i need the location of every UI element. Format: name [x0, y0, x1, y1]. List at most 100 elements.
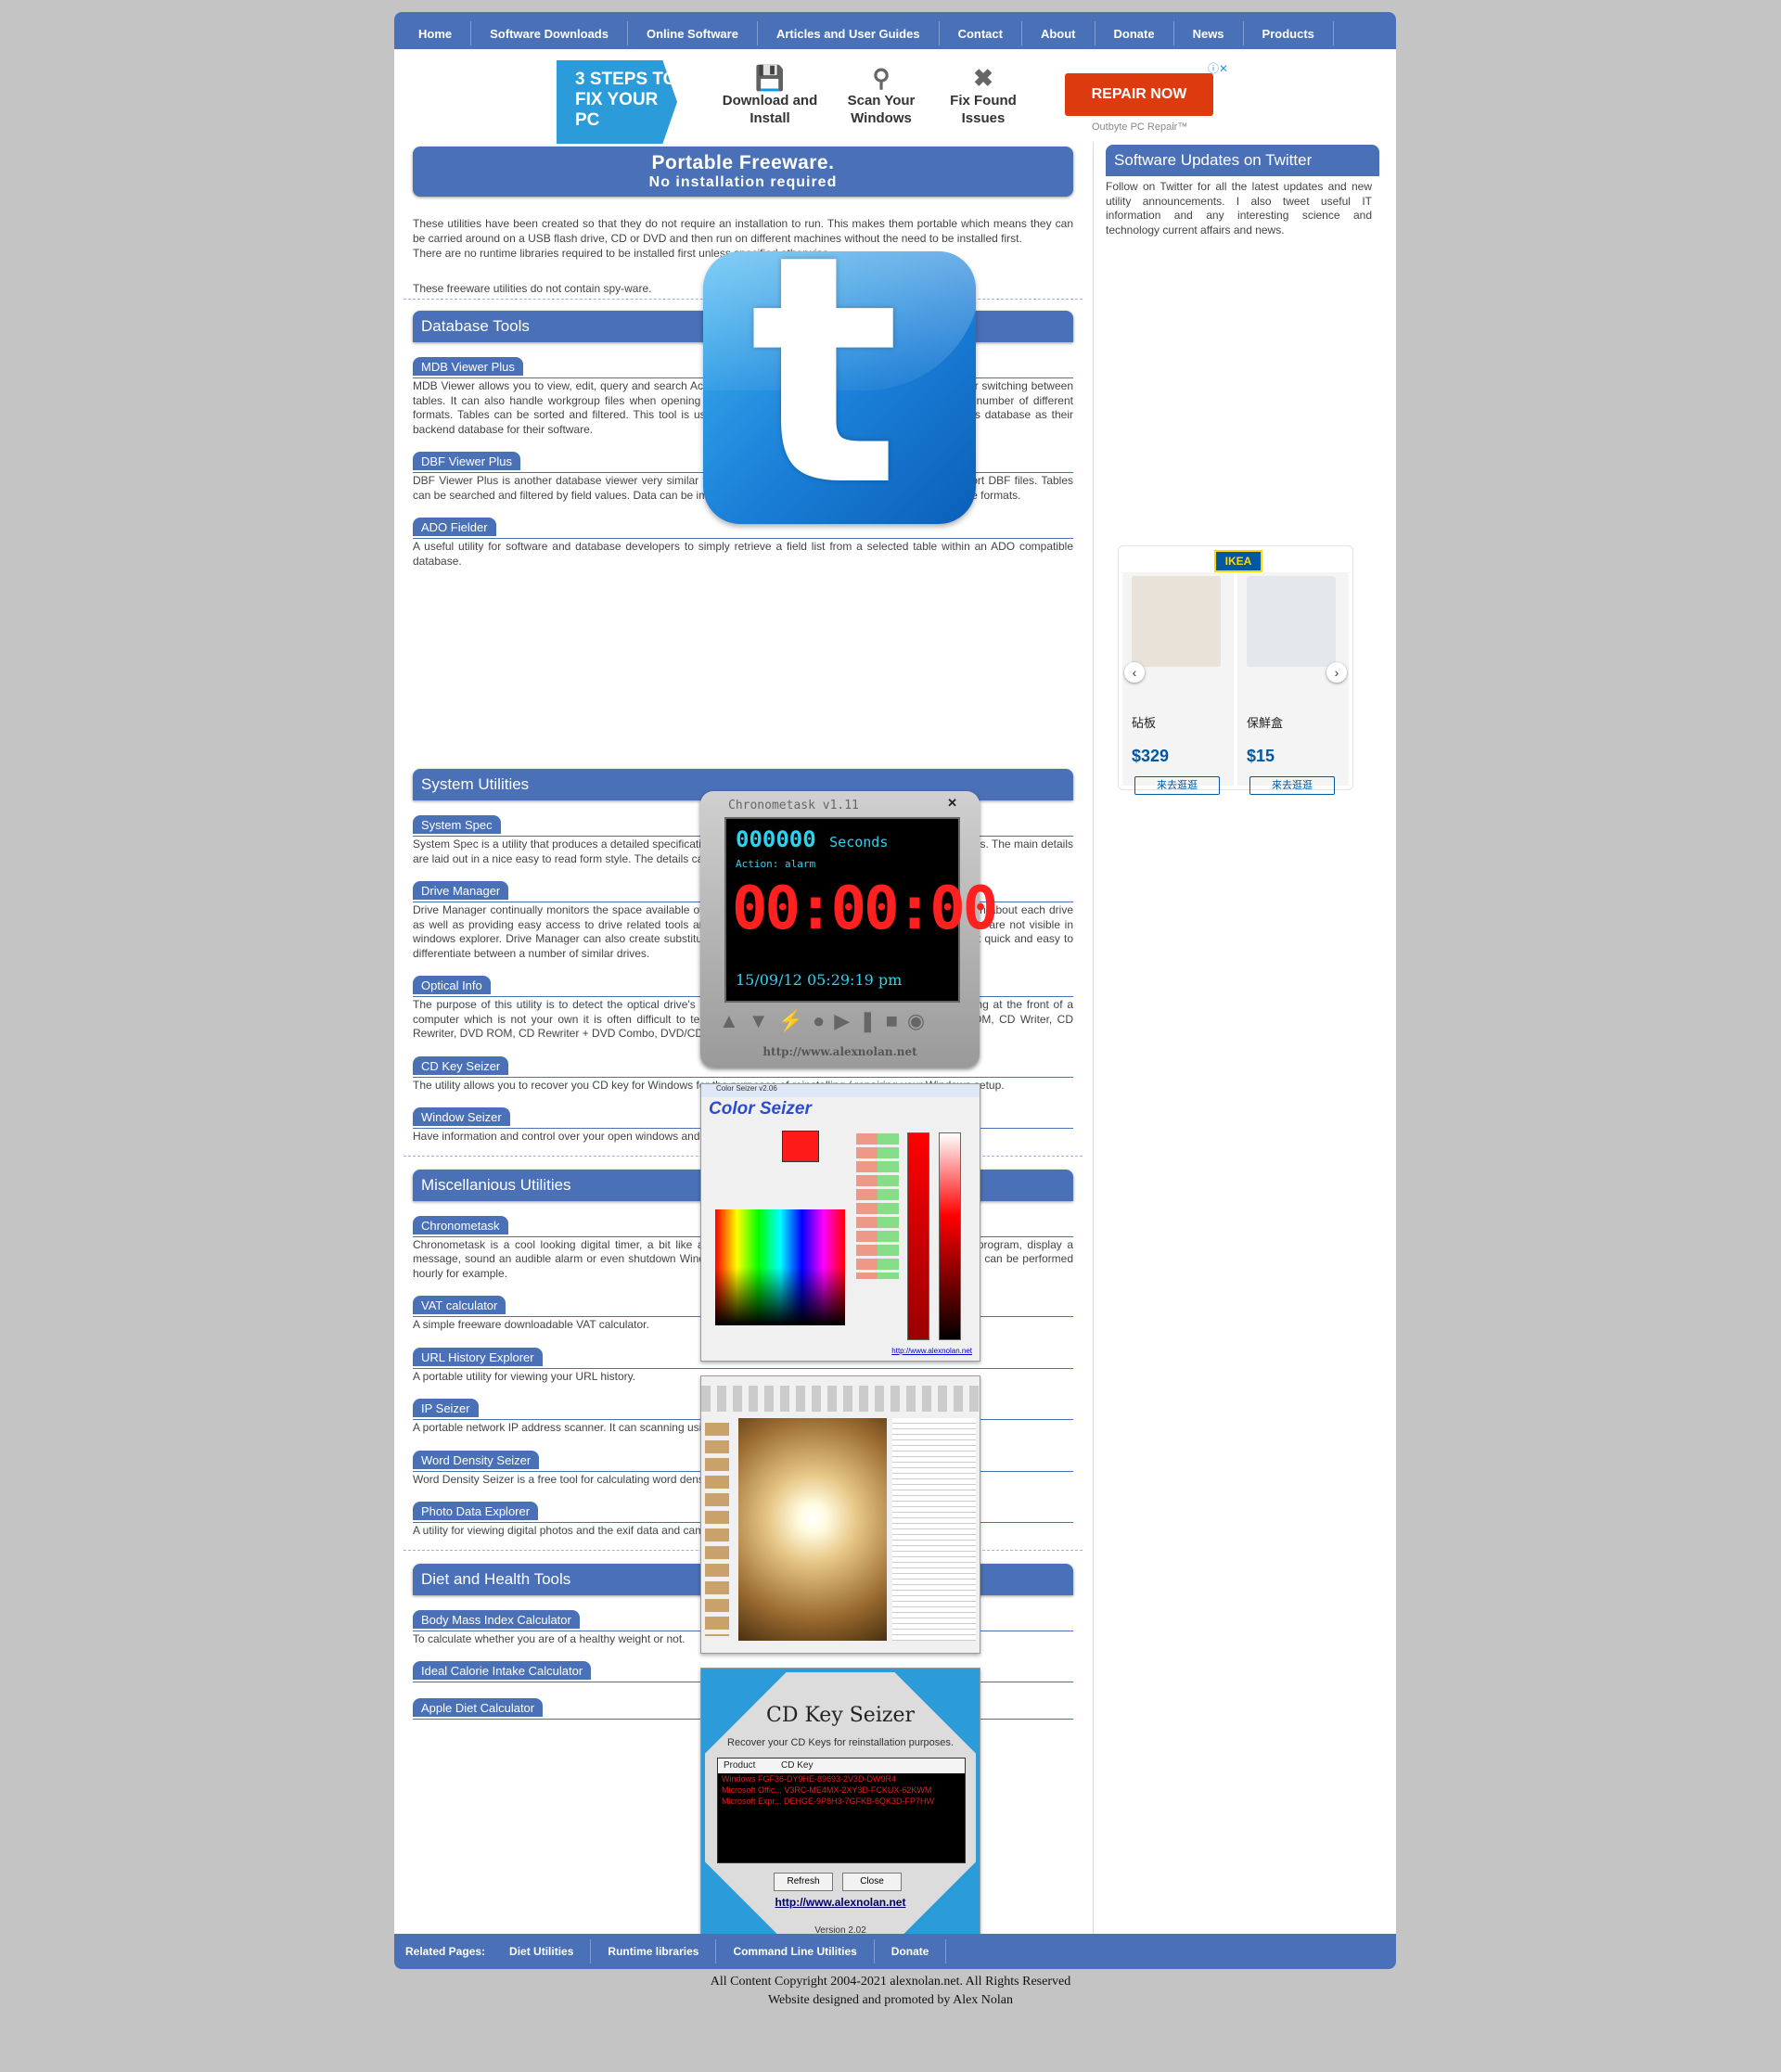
ck-col-product: Product	[724, 1760, 756, 1771]
nav-home[interactable]: Home	[400, 21, 472, 45]
ikea-ad[interactable]: IKEA 砧板 $329 來去逛逛 保鮮盒 $15 來去逛逛 ‹ ›	[1118, 545, 1353, 795]
cs-logo: Color Seizer	[709, 1099, 812, 1119]
chrono-counter-unit: Seconds	[829, 834, 889, 851]
nav-contact[interactable]: Contact	[940, 21, 1022, 45]
product-price: $15	[1247, 747, 1275, 765]
pde-photo	[738, 1418, 887, 1641]
cs-brightness-bar	[939, 1132, 961, 1340]
nav-products[interactable]: Products	[1244, 21, 1334, 45]
nav-software-downloads[interactable]: Software Downloads	[471, 21, 628, 45]
tool-link-bmi[interactable]: Body Mass Index Calculator	[413, 1609, 580, 1629]
ad-steps-label: 3 STEPS TO FIX YOUR PC	[557, 60, 677, 144]
tool-link-word-density[interactable]: Word Density Seizer	[413, 1450, 540, 1469]
cs-spectrum	[715, 1209, 845, 1325]
twitter-logo-icon[interactable]: t	[703, 251, 976, 524]
floppy-icon: 💾	[754, 64, 786, 92]
product-button[interactable]: 來去逛逛	[1134, 776, 1220, 795]
twitter-t-glyph: t	[750, 251, 901, 524]
product-price: $329	[1132, 747, 1170, 765]
nav-online-software[interactable]: Online Software	[628, 21, 758, 45]
chrono-controls: ▲▼⚡●▶❚■◉	[719, 1009, 935, 1032]
repair-now-button[interactable]: REPAIR NOW	[1065, 73, 1213, 116]
tool-link-mdb-viewer[interactable]: MDB Viewer Plus	[413, 357, 523, 376]
photo-data-explorer-screenshot[interactable]	[700, 1375, 980, 1654]
product-image	[1132, 576, 1221, 667]
ad-brand: Outbyte PC Repair™	[1092, 122, 1188, 133]
nav-about[interactable]: About	[1022, 21, 1096, 45]
tool-link-vat-calculator[interactable]: VAT calculator	[413, 1296, 506, 1314]
bottom-nav-command-line[interactable]: Command Line Utilities	[716, 1939, 875, 1963]
footer-copyright: All Content Copyright 2004-2021 alexnola…	[710, 1975, 1071, 1989]
chronometask-screenshot[interactable]: Chronometask v1.11 ✕ 000000 Seconds Acti…	[700, 791, 998, 1068]
chrono-action: Action: alarm	[736, 858, 816, 870]
column-divider	[1093, 142, 1094, 1946]
pde-exif-list	[892, 1418, 976, 1641]
twitter-heading: Software Updates on Twitter	[1106, 145, 1379, 176]
pde-toolbar	[701, 1386, 980, 1412]
tool-link-url-history[interactable]: URL History Explorer	[413, 1347, 543, 1366]
bottom-nav-diet-utilities[interactable]: Diet Utilities	[493, 1939, 592, 1963]
tool-link-chronometask[interactable]: Chronometask	[413, 1215, 508, 1234]
nav-news[interactable]: News	[1174, 21, 1244, 45]
ikea-logo: IKEA	[1214, 550, 1262, 572]
tool-link-calorie[interactable]: Ideal Calorie Intake Calculator	[413, 1661, 592, 1680]
tool-link-photo-data[interactable]: Photo Data Explorer	[413, 1502, 539, 1520]
tool-link-system-spec[interactable]: System Spec	[413, 815, 501, 834]
product-image	[1247, 576, 1336, 667]
ck-subtitle: Recover your CD Keys for reinstallation …	[727, 1737, 954, 1748]
tool-link-dbf-viewer[interactable]: DBF Viewer Plus	[413, 452, 521, 470]
ck-close-button: Close	[842, 1873, 902, 1891]
nav-donate[interactable]: Donate	[1096, 21, 1174, 45]
tool-link-window-seizer[interactable]: Window Seizer	[413, 1107, 510, 1126]
top-ad-banner[interactable]: 3 STEPS TO FIX YOUR PC 💾 Download and In…	[557, 49, 1228, 144]
ck-row: Microsoft Offic... V3RC-ME4MX-2XY3D-FCKU…	[722, 1785, 932, 1795]
ad-choices-icon[interactable]: ⓘ✕	[1208, 60, 1228, 76]
chevron-right-icon[interactable]: ›	[1326, 662, 1347, 683]
ad-step-download: 💾 Download and Install	[714, 64, 826, 127]
chrono-datetime: 15/09/12 05:29:19 pm	[736, 971, 903, 989]
ck-title: CD Key Seizer	[765, 1704, 915, 1727]
tool-link-ip-seizer[interactable]: IP Seizer	[413, 1399, 479, 1417]
cs-saved-colors	[856, 1131, 899, 1279]
chrono-display: 000000 Seconds Action: alarm 00:00:00 15…	[724, 817, 998, 1003]
cs-saturation-bar	[907, 1132, 929, 1340]
footer: All Content Copyright 2004-2021 alexnola…	[0, 1973, 1781, 2010]
tool-link-cd-key-seizer[interactable]: CD Key Seizer	[413, 1055, 509, 1075]
page-subtitle: No installation required	[648, 174, 838, 190]
product-name: 砧板	[1132, 716, 1157, 730]
cd-key-seizer-screenshot[interactable]: CD Key Seizer Recover your CD Keys for r…	[700, 1668, 980, 1948]
chrono-window-title: Chronometask v1.11	[728, 799, 859, 812]
chrono-big-time: 00:00:00	[732, 875, 998, 943]
ad-step-download-label: Download and Install	[722, 93, 818, 126]
bottom-nav-runtime-libraries[interactable]: Runtime libraries	[591, 1939, 717, 1963]
cs-selected-color	[782, 1131, 819, 1162]
tools-icon: ✖	[973, 64, 993, 92]
ad-step-fix: ✖ Fix Found Issues	[928, 64, 1039, 127]
ck-row: Microsoft Expr... DEHGE-9P8H3-7GFKB-6QK3…	[722, 1797, 935, 1806]
page-title: Portable Freeware.	[651, 152, 835, 173]
tool-desc-ado-fielder: A useful utility for software and databa…	[413, 538, 1073, 568]
ck-table: Product CD Key Windows FGF36-DY9HE-89693…	[717, 1758, 966, 1863]
close-icon: ✕	[947, 796, 957, 810]
nav-articles[interactable]: Articles and User Guides	[758, 21, 940, 45]
color-seizer-screenshot[interactable]: Color Seizer v2.06 Color Seizer http://w…	[700, 1083, 980, 1362]
tool-link-drive-manager[interactable]: Drive Manager	[413, 881, 509, 900]
sidebar: Software Updates on Twitter Follow on Tw…	[1095, 145, 1379, 237]
product-button[interactable]: 來去逛逛	[1249, 776, 1335, 795]
chrono-counter: 000000 Seconds	[736, 826, 888, 852]
bottom-nav-donate[interactable]: Donate	[875, 1939, 947, 1963]
tool-link-ado-fielder[interactable]: ADO Fielder	[413, 518, 496, 536]
intro-paragraph-1: These utilities have been created so tha…	[413, 217, 1073, 245]
ad-step-scan-label: Scan Your Windows	[847, 93, 916, 126]
tool-link-apple-diet[interactable]: Apple Diet Calculator	[413, 1698, 544, 1717]
chevron-left-icon[interactable]: ‹	[1124, 662, 1145, 683]
tool-link-optical-info[interactable]: Optical Info	[413, 976, 491, 994]
page-title-banner: Portable Freeware. No installation requi…	[413, 147, 1073, 197]
pde-thumbnails	[705, 1423, 729, 1636]
chrono-url: http://www.alexnolan.net	[762, 1045, 917, 1058]
top-nav: Home Software Downloads Online Software …	[394, 12, 1396, 49]
ck-refresh-button: Refresh	[774, 1873, 833, 1891]
related-pages-label: Related Pages:	[405, 1945, 486, 1958]
twitter-text: Follow on Twitter for all the latest upd…	[1106, 180, 1372, 237]
ad-step-fix-label: Fix Found Issues	[950, 93, 1017, 126]
